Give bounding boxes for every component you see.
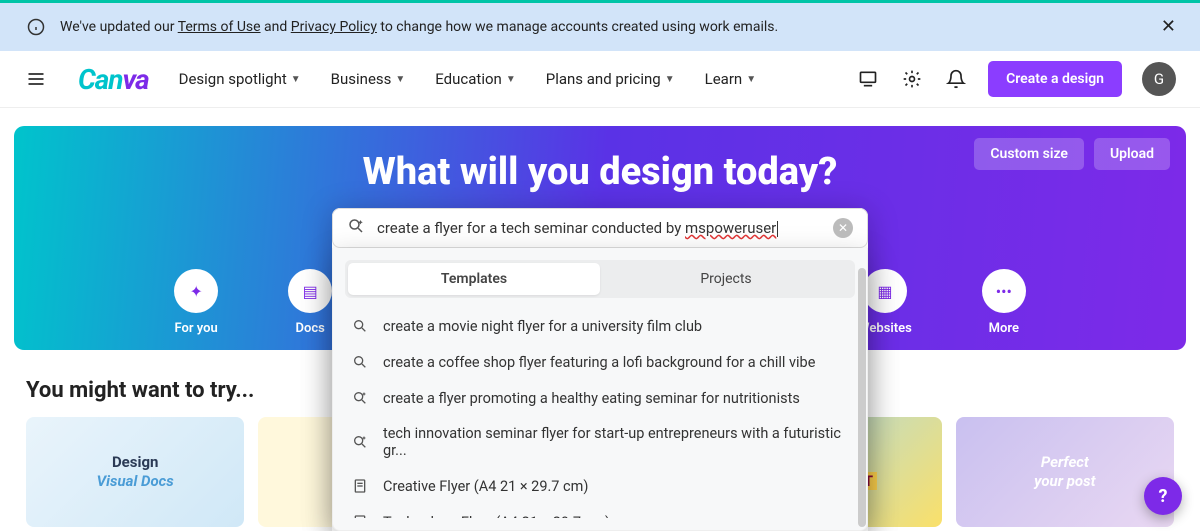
terms-link[interactable]: Terms of Use (178, 19, 261, 35)
nav-business[interactable]: Business▼ (331, 70, 406, 88)
display-icon[interactable] (856, 67, 880, 91)
banner-text: We've updated our Terms of Use and Priva… (60, 19, 778, 35)
doc-icon (351, 513, 369, 518)
sparkle-icon (351, 433, 369, 451)
nav-plans[interactable]: Plans and pricing▼ (546, 70, 675, 88)
dots-icon: ••• (996, 282, 1012, 301)
chevron-down-icon: ▼ (665, 74, 675, 85)
chevron-down-icon: ▼ (506, 74, 516, 85)
canva-logo[interactable]: Canva (78, 63, 149, 96)
suggestion-item[interactable]: create a movie night flyer for a univers… (345, 308, 855, 344)
pill-more[interactable]: ••• More (982, 269, 1026, 336)
search-icon (351, 353, 369, 371)
privacy-link[interactable]: Privacy Policy (291, 19, 377, 35)
hero-banner: Custom size Upload What will you design … (14, 126, 1186, 350)
suggestion-text: Technology Flyer (A4 21 × 29.7 cm) (383, 514, 610, 519)
chevron-down-icon: ▼ (291, 74, 301, 85)
card-post-2[interactable]: Perfectyour post (956, 417, 1174, 527)
gear-icon[interactable] (900, 67, 924, 91)
globe-icon: ▦ (877, 282, 892, 301)
nav-design-spotlight[interactable]: Design spotlight▼ (179, 70, 301, 88)
search-bar[interactable]: create a flyer for a tech seminar conduc… (332, 208, 868, 248)
avatar[interactable]: G (1142, 62, 1176, 96)
card-doc[interactable]: DesignVisual Docs (26, 417, 244, 527)
chevron-down-icon: ▼ (746, 74, 756, 85)
suggestion-text: Creative Flyer (A4 21 × 29.7 cm) (383, 478, 588, 495)
scrollbar[interactable] (858, 268, 866, 527)
suggestion-text: tech innovation seminar flyer for start-… (383, 425, 849, 459)
info-icon (24, 15, 48, 39)
pill-for-you[interactable]: ✦ For you (174, 269, 218, 336)
search-tabs: Templates Projects (345, 260, 855, 298)
create-design-button[interactable]: Create a design (988, 61, 1122, 97)
upload-button[interactable]: Upload (1094, 138, 1170, 170)
sparkle-icon (351, 389, 369, 407)
close-icon[interactable]: ✕ (1161, 18, 1176, 36)
suggestion-item[interactable]: create a coffee shop flyer featuring a l… (345, 344, 855, 380)
bell-icon[interactable] (944, 67, 968, 91)
nav-links: Design spotlight▼ Business▼ Education▼ P… (179, 70, 757, 88)
top-navbar: Canva Design spotlight▼ Business▼ Educat… (0, 51, 1200, 108)
suggestions-list: create a movie night flyer for a univers… (345, 308, 855, 518)
menu-icon[interactable] (24, 67, 48, 91)
doc-icon: ▤ (303, 282, 318, 301)
suggestion-text: create a coffee shop flyer featuring a l… (383, 354, 815, 371)
search-container: create a flyer for a tech seminar conduc… (332, 208, 868, 531)
search-icon (351, 317, 369, 335)
suggestion-item[interactable]: tech innovation seminar flyer for start-… (345, 416, 855, 468)
tab-projects[interactable]: Projects (600, 263, 852, 295)
suggestion-item[interactable]: create a flyer promoting a healthy eatin… (345, 380, 855, 416)
tab-templates[interactable]: Templates (348, 263, 600, 295)
chevron-down-icon: ▼ (395, 74, 405, 85)
custom-size-button[interactable]: Custom size (974, 138, 1084, 170)
suggestion-text: create a flyer promoting a healthy eatin… (383, 390, 800, 407)
pill-docs[interactable]: ▤ Docs (288, 269, 332, 336)
magic-search-icon (347, 217, 365, 239)
search-input[interactable]: create a flyer for a tech seminar conduc… (377, 219, 821, 237)
help-fab[interactable]: ? (1144, 477, 1182, 515)
suggestion-text: create a movie night flyer for a univers… (383, 318, 702, 335)
clear-search-icon[interactable]: ✕ (833, 218, 853, 238)
nav-learn[interactable]: Learn▼ (705, 70, 756, 88)
doc-icon (351, 477, 369, 495)
search-dropdown: Templates Projects create a movie night … (332, 248, 868, 531)
nav-education[interactable]: Education▼ (435, 70, 515, 88)
announcement-banner: We've updated our Terms of Use and Priva… (0, 3, 1200, 51)
sparkle-icon: ✦ (189, 282, 202, 301)
suggestion-item[interactable]: Creative Flyer (A4 21 × 29.7 cm) (345, 468, 855, 504)
suggestion-item[interactable]: Technology Flyer (A4 21 × 29.7 cm) (345, 504, 855, 518)
